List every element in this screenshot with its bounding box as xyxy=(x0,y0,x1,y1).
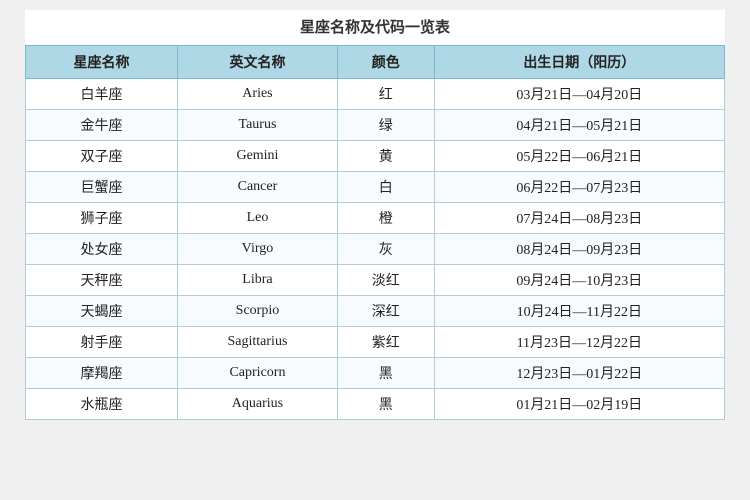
table-row: 白羊座Aries红03月21日—04月20日 xyxy=(26,79,725,110)
cell-color: 黑 xyxy=(337,389,434,420)
cell-color: 橙 xyxy=(337,203,434,234)
table-row: 金牛座Taurus绿04月21日—05月21日 xyxy=(26,110,725,141)
cell-english: Gemini xyxy=(178,141,338,172)
cell-english: Scorpio xyxy=(178,296,338,327)
cell-dates: 09月24日—10月23日 xyxy=(434,265,724,296)
cell-color: 深红 xyxy=(337,296,434,327)
cell-chinese: 射手座 xyxy=(26,327,178,358)
header-dates: 出生日期（阳历） xyxy=(434,46,724,79)
cell-dates: 03月21日—04月20日 xyxy=(434,79,724,110)
cell-dates: 04月21日—05月21日 xyxy=(434,110,724,141)
cell-dates: 08月24日—09月23日 xyxy=(434,234,724,265)
header-color: 颜色 xyxy=(337,46,434,79)
cell-chinese: 处女座 xyxy=(26,234,178,265)
header-chinese-name: 星座名称 xyxy=(26,46,178,79)
cell-english: Aquarius xyxy=(178,389,338,420)
cell-chinese: 双子座 xyxy=(26,141,178,172)
cell-color: 绿 xyxy=(337,110,434,141)
table-row: 天秤座Libra淡红09月24日—10月23日 xyxy=(26,265,725,296)
cell-english: Libra xyxy=(178,265,338,296)
table-row: 双子座Gemini黄05月22日—06月21日 xyxy=(26,141,725,172)
cell-chinese: 白羊座 xyxy=(26,79,178,110)
cell-english: Virgo xyxy=(178,234,338,265)
table-header-row: 星座名称 英文名称 颜色 出生日期（阳历） xyxy=(26,46,725,79)
cell-english: Taurus xyxy=(178,110,338,141)
cell-dates: 06月22日—07月23日 xyxy=(434,172,724,203)
cell-english: Sagittarius xyxy=(178,327,338,358)
table-row: 狮子座Leo橙07月24日—08月23日 xyxy=(26,203,725,234)
cell-color: 黑 xyxy=(337,358,434,389)
table-row: 水瓶座Aquarius黑01月21日—02月19日 xyxy=(26,389,725,420)
cell-chinese: 巨蟹座 xyxy=(26,172,178,203)
cell-dates: 01月21日—02月19日 xyxy=(434,389,724,420)
cell-color: 白 xyxy=(337,172,434,203)
table-row: 天蝎座Scorpio深红10月24日—11月22日 xyxy=(26,296,725,327)
cell-chinese: 狮子座 xyxy=(26,203,178,234)
cell-color: 淡红 xyxy=(337,265,434,296)
cell-chinese: 摩羯座 xyxy=(26,358,178,389)
table-row: 巨蟹座Cancer白06月22日—07月23日 xyxy=(26,172,725,203)
cell-color: 黄 xyxy=(337,141,434,172)
table-row: 射手座Sagittarius紫红11月23日—12月22日 xyxy=(26,327,725,358)
header-english-name: 英文名称 xyxy=(178,46,338,79)
page-title: 星座名称及代码一览表 xyxy=(25,10,725,45)
table-row: 处女座Virgo灰08月24日—09月23日 xyxy=(26,234,725,265)
table-row: 摩羯座Capricorn黑12月23日—01月22日 xyxy=(26,358,725,389)
cell-chinese: 金牛座 xyxy=(26,110,178,141)
cell-color: 红 xyxy=(337,79,434,110)
cell-dates: 11月23日—12月22日 xyxy=(434,327,724,358)
cell-english: Capricorn xyxy=(178,358,338,389)
cell-color: 紫红 xyxy=(337,327,434,358)
cell-english: Cancer xyxy=(178,172,338,203)
cell-dates: 12月23日—01月22日 xyxy=(434,358,724,389)
cell-chinese: 水瓶座 xyxy=(26,389,178,420)
cell-dates: 10月24日—11月22日 xyxy=(434,296,724,327)
cell-chinese: 天秤座 xyxy=(26,265,178,296)
cell-english: Aries xyxy=(178,79,338,110)
cell-color: 灰 xyxy=(337,234,434,265)
cell-dates: 07月24日—08月23日 xyxy=(434,203,724,234)
zodiac-table: 星座名称 英文名称 颜色 出生日期（阳历） 白羊座Aries红03月21日—04… xyxy=(25,45,725,420)
cell-dates: 05月22日—06月21日 xyxy=(434,141,724,172)
cell-chinese: 天蝎座 xyxy=(26,296,178,327)
main-container: 星座名称及代码一览表 星座名称 英文名称 颜色 出生日期（阳历） 白羊座Arie… xyxy=(25,10,725,420)
cell-english: Leo xyxy=(178,203,338,234)
